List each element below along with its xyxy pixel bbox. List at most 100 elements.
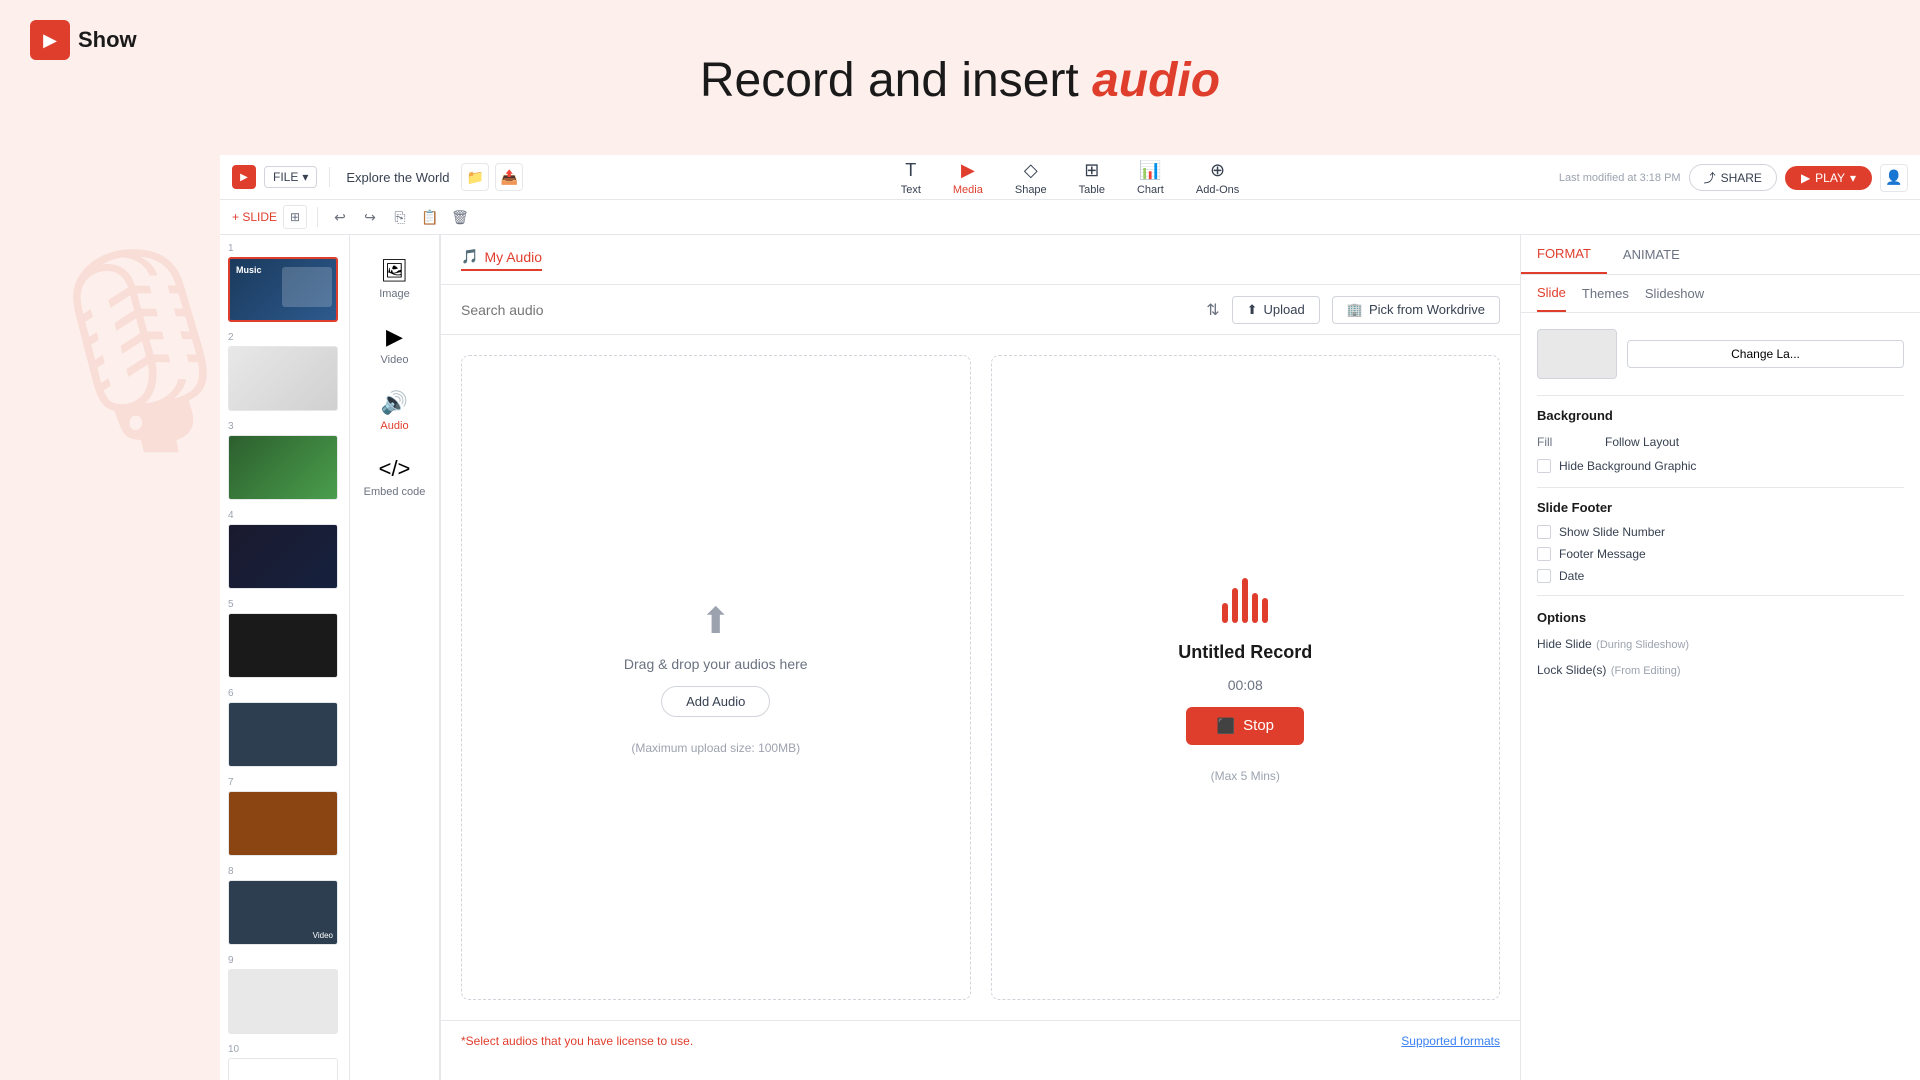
footer-message-checkbox[interactable]: [1537, 547, 1551, 561]
fill-value: Follow Layout: [1605, 435, 1904, 449]
fill-label: Fill: [1537, 435, 1597, 449]
slide-item-9[interactable]: 9: [228, 955, 341, 1034]
export-icon-button[interactable]: 📤: [495, 163, 523, 191]
slide-item-3[interactable]: 3: [228, 421, 341, 500]
slideshow-subtab[interactable]: Slideshow: [1645, 275, 1704, 312]
table-tool-button[interactable]: ⊞ Table: [1065, 156, 1119, 200]
last-modified: Last modified at 3:18 PM: [1559, 172, 1681, 184]
bar-4: [1252, 593, 1258, 623]
search-audio-input[interactable]: [461, 302, 1196, 318]
show-slide-number-checkbox[interactable]: [1537, 525, 1551, 539]
paste-button[interactable]: 📋: [418, 205, 442, 229]
hide-background-checkbox[interactable]: [1537, 459, 1551, 473]
slide-thumb-9[interactable]: [228, 969, 338, 1034]
shape-tool-button[interactable]: ◇ Shape: [1001, 156, 1061, 200]
audio-bars: [1222, 573, 1268, 623]
record-zone: Untitled Record 00:08 ⬛ Stop (Max 5 Mins…: [991, 355, 1501, 1000]
logo-text: Show: [78, 27, 137, 53]
slide-thumb-5[interactable]: [228, 613, 338, 678]
addons-tool-button[interactable]: ⊕ Add-Ons: [1182, 156, 1253, 200]
app-logo: ▶ Show: [30, 20, 137, 60]
max-mins-text: (Max 5 Mins): [1211, 769, 1280, 783]
supported-formats-link[interactable]: Supported formats: [1401, 1034, 1500, 1048]
page-title: Record and insert audio: [700, 53, 1220, 108]
add-audio-button[interactable]: Add Audio: [661, 686, 770, 717]
slide-thumb-2[interactable]: [228, 346, 338, 411]
logo-icon: ▶: [30, 20, 70, 60]
divider-1: [1537, 395, 1904, 396]
page-title-plain: Record and insert: [700, 54, 1092, 107]
slide-thumb-7[interactable]: [228, 791, 338, 856]
my-audio-tab[interactable]: 🎵 My Audio: [461, 248, 542, 271]
redo-button[interactable]: ↪: [358, 205, 382, 229]
date-label: Date: [1559, 569, 1584, 583]
folder-icon-button[interactable]: 📁: [461, 163, 489, 191]
slide-thumb-1[interactable]: Music: [228, 257, 338, 322]
slide-subtab[interactable]: Slide: [1537, 275, 1566, 312]
slide-item-1[interactable]: 1 Music: [228, 243, 341, 322]
lock-slide-sub: (From Editing): [1611, 665, 1681, 677]
show-slide-number-row: Show Slide Number: [1537, 525, 1904, 539]
toolbar-brand-icon: ▶: [232, 165, 256, 189]
upload-button[interactable]: ⬆ Upload: [1232, 296, 1320, 324]
slide-item-5[interactable]: 5: [228, 599, 341, 678]
date-checkbox[interactable]: [1537, 569, 1551, 583]
slide-item-10[interactable]: 10: [228, 1044, 341, 1080]
app-container: ▶ FILE ▾ Explore the World 📁 📤 T Text ▶ …: [220, 155, 1920, 1080]
slide-thumb-8[interactable]: Video: [228, 880, 338, 945]
audio-modal: 🎵 My Audio ⇅ ⬆ Upload 🏢 Pick from Workdr…: [440, 235, 1520, 1080]
footer-message-row: Footer Message: [1537, 547, 1904, 561]
media-tool-button[interactable]: ▶ Media: [939, 156, 997, 200]
undo-button[interactable]: ↩: [328, 205, 352, 229]
art-thumbnail: [1537, 329, 1617, 379]
slide-thumb-3[interactable]: [228, 435, 338, 500]
chart-icon: 📊: [1139, 160, 1161, 181]
animate-tab[interactable]: ANIMATE: [1607, 235, 1696, 274]
slide-item-6[interactable]: 6: [228, 688, 341, 767]
filter-button[interactable]: ⇅: [1206, 300, 1219, 320]
chevron-down-icon: ▾: [1850, 171, 1856, 185]
text-tool-button[interactable]: T Text: [887, 156, 935, 200]
chart-tool-button[interactable]: 📊 Chart: [1123, 156, 1178, 200]
slide-item-4[interactable]: 4: [228, 510, 341, 589]
toolbar-icons: 📁 📤: [461, 163, 523, 191]
slide-item-7[interactable]: 7: [228, 777, 341, 856]
slide-item-2[interactable]: 2: [228, 332, 341, 411]
audio-search-bar: ⇅ ⬆ Upload 🏢 Pick from Workdrive: [441, 285, 1520, 335]
share-button[interactable]: ⤴ SHARE: [1689, 164, 1777, 191]
fill-row: Fill Follow Layout: [1537, 435, 1904, 449]
audio-modal-header: 🎵 My Audio: [441, 235, 1520, 285]
change-layout-button[interactable]: Change La...: [1627, 340, 1904, 368]
slide-item-8[interactable]: 8 Video: [228, 866, 341, 945]
hide-background-label: Hide Background Graphic: [1559, 459, 1696, 473]
delete-button[interactable]: 🗑: [448, 205, 472, 229]
video-media-item[interactable]: ▶ Video: [355, 316, 435, 374]
stop-button[interactable]: ⬛ Stop: [1186, 707, 1304, 745]
slide-toolbar: T Text ▶ Media ◇ Shape ⊞ Table 📊 Chart ⊕: [887, 155, 1254, 200]
date-row: Date: [1537, 569, 1904, 583]
play-button[interactable]: ▶ PLAY ▾: [1785, 166, 1872, 190]
format-tab[interactable]: FORMAT: [1521, 235, 1607, 274]
license-note: *Select audios that you have license to …: [461, 1034, 693, 1048]
user-avatar-button[interactable]: 👤: [1880, 164, 1908, 192]
slide-thumb-6[interactable]: [228, 702, 338, 767]
slide-view-toggle[interactable]: ⊞: [283, 205, 307, 229]
art-of-photo: Change La...: [1537, 329, 1904, 379]
workdrive-button[interactable]: 🏢 Pick from Workdrive: [1332, 296, 1500, 324]
options-section-title: Options: [1537, 610, 1904, 625]
image-media-item[interactable]: 🖼 Image: [355, 250, 435, 308]
toolbar-divider: [329, 167, 330, 187]
main-toolbar: ▶ FILE ▾ Explore the World 📁 📤 T Text ▶ …: [220, 155, 1920, 200]
slide-thumb-10[interactable]: [228, 1058, 338, 1080]
file-button[interactable]: FILE ▾: [264, 166, 317, 188]
themes-subtab[interactable]: Themes: [1582, 275, 1629, 312]
copy-button[interactable]: ⎘: [388, 205, 412, 229]
video-icon: ▶: [386, 324, 403, 350]
embed-icon: </>: [379, 456, 411, 482]
audio-media-item[interactable]: 🔊 Audio: [355, 382, 435, 440]
footer-message-label: Footer Message: [1559, 547, 1646, 561]
slide-thumb-4[interactable]: [228, 524, 338, 589]
add-slide-button[interactable]: + SLIDE: [232, 210, 277, 224]
embed-media-item[interactable]: </> Embed code: [355, 448, 435, 506]
bar-5: [1262, 598, 1268, 623]
